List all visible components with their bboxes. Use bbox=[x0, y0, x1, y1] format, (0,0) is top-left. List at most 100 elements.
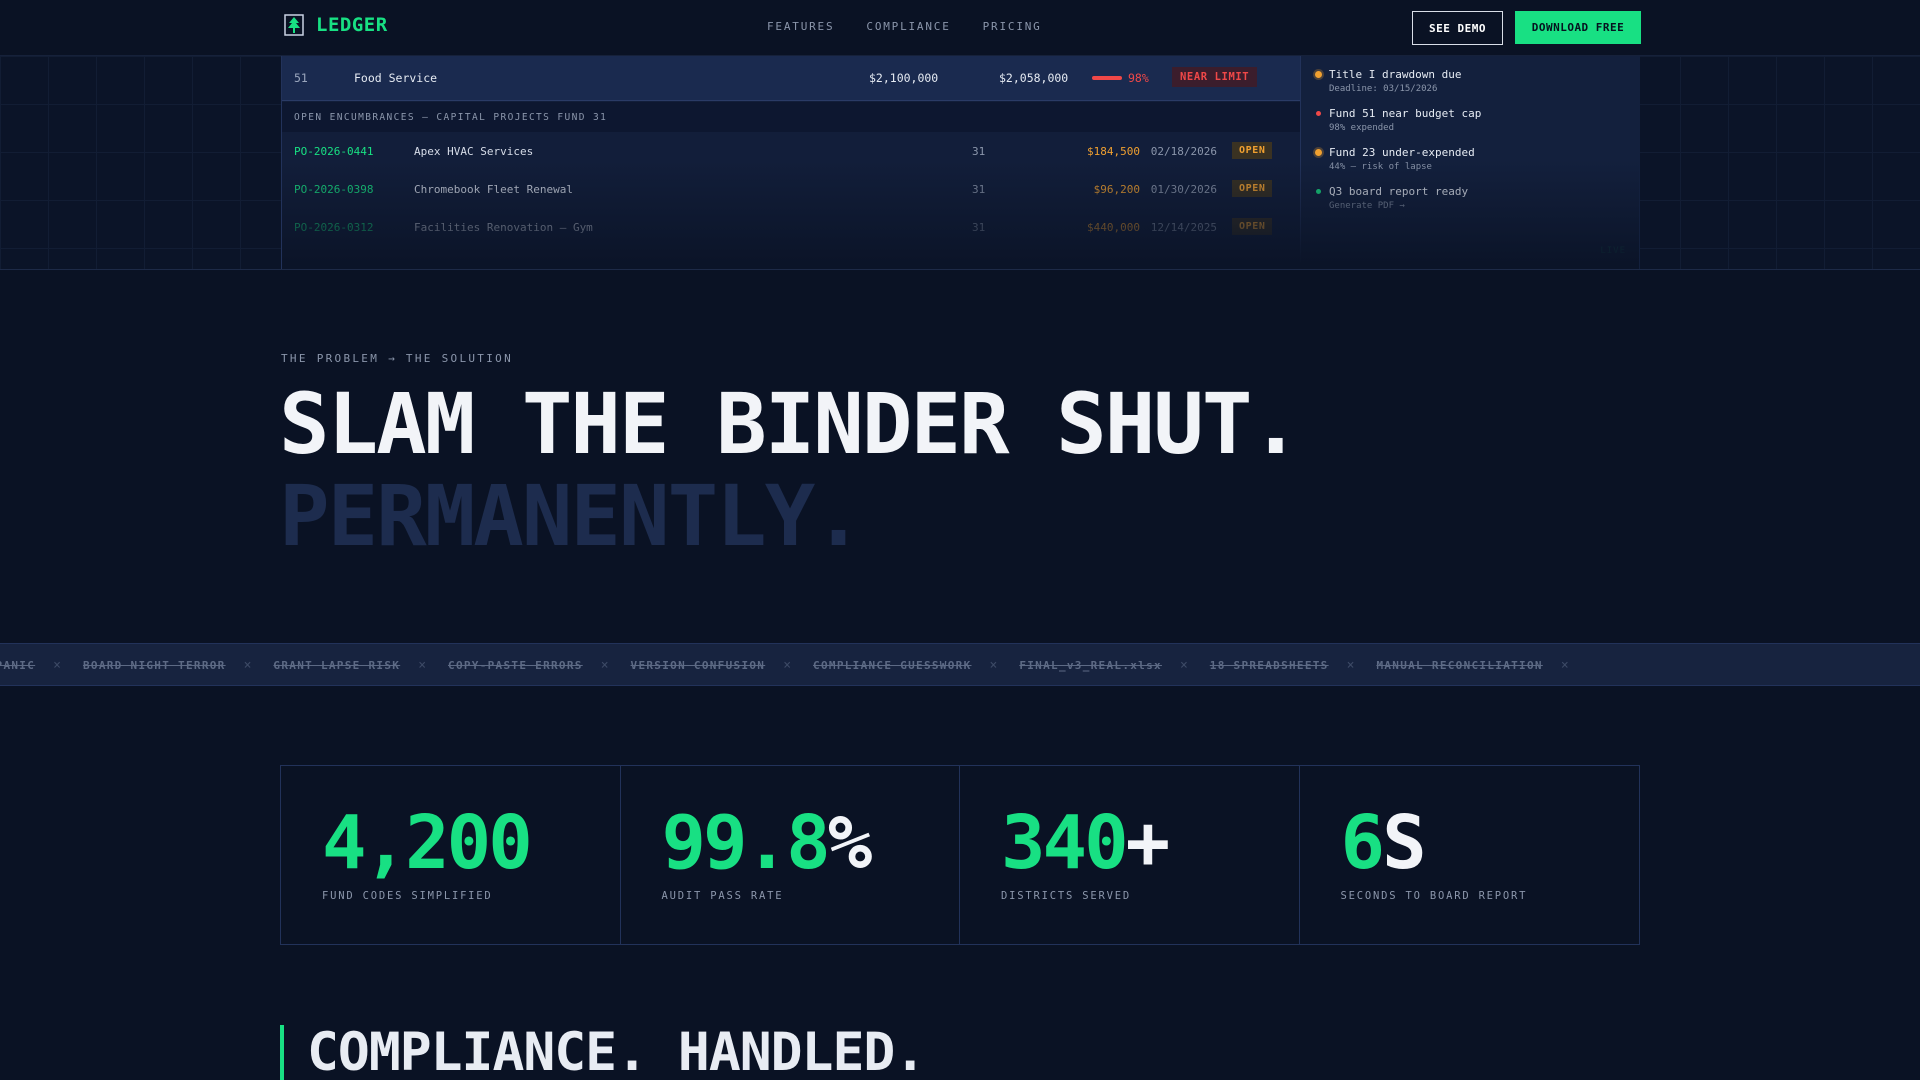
ticker-item: GRANT LAPSE RISK bbox=[273, 659, 401, 672]
close-x-icon: × bbox=[783, 658, 792, 673]
close-x-icon: × bbox=[989, 658, 998, 673]
ticker-item: BOARD NIGHT TERROR bbox=[82, 659, 226, 672]
stat-number: 340+ bbox=[1001, 800, 1171, 886]
close-x-icon: × bbox=[418, 658, 427, 673]
alert-subtitle: Generate PDF → bbox=[1329, 201, 1405, 211]
pain-points-ticker: AUDIT PANIC × BOARD NIGHT TERROR × GRANT LAP… bbox=[0, 643, 1920, 686]
fund-percent: 98% bbox=[1128, 71, 1149, 85]
close-x-icon: × bbox=[1346, 658, 1355, 673]
alert-dot-icon bbox=[1315, 71, 1322, 78]
po-number: PO-2026-0441 bbox=[294, 145, 374, 158]
headline-line-2: PERMANENTLY. bbox=[279, 467, 864, 565]
compliance-accent-bar bbox=[280, 1025, 284, 1080]
po-amount: $184,500 bbox=[1087, 145, 1140, 158]
alert-title: Fund 23 under-expended bbox=[1329, 146, 1475, 159]
fund-spent: $2,058,000 bbox=[999, 71, 1069, 85]
po-date: 12/14/2025 bbox=[1150, 221, 1217, 234]
vendor-name: Apex HVAC Services bbox=[414, 145, 534, 158]
stat-label: DISTRICTS SERVED bbox=[1001, 890, 1131, 902]
open-status-badge: OPEN bbox=[1232, 142, 1273, 159]
encumbrance-row[interactable]: PO-2026-0441 Apex HVAC Services 31 $184,… bbox=[282, 133, 1300, 171]
alert-subtitle: Deadline: 03/15/2026 bbox=[1329, 84, 1438, 94]
see-demo-button[interactable]: SEE DEMO bbox=[1412, 11, 1503, 45]
ticker-item: AUDIT PANIC bbox=[0, 659, 36, 672]
ticker-track: AUDIT PANIC × BOARD NIGHT TERROR × GRANT LAP… bbox=[0, 644, 1591, 685]
fund-number: 31 bbox=[972, 221, 986, 234]
vendor-name: Facilities Renovation — Gym bbox=[414, 221, 593, 234]
logo[interactable]: LEDGER bbox=[284, 14, 388, 36]
po-amount: $440,000 bbox=[1087, 221, 1140, 234]
stat-suffix: S bbox=[1382, 800, 1427, 886]
top-nav: LEDGER FEATURES COMPLIANCE PRICING SEE D… bbox=[0, 0, 1920, 56]
alert-item[interactable]: Title I drawdown due Deadline: 03/15/202… bbox=[1315, 68, 1626, 107]
alerts-panel: Title I drawdown due Deadline: 03/15/202… bbox=[1300, 56, 1640, 269]
po-amount: $96,200 bbox=[1093, 183, 1140, 196]
alert-item[interactable]: Q3 board report ready Generate PDF → bbox=[1315, 185, 1626, 224]
stat-number: 4,200 bbox=[322, 800, 533, 886]
alert-title: Title I drawdown due bbox=[1329, 68, 1462, 81]
ledger-logo-icon bbox=[284, 14, 304, 36]
alert-dot-icon bbox=[1315, 149, 1322, 156]
encumbrance-row[interactable]: PO-2026-0398 Chromebook Fleet Renewal 31… bbox=[282, 171, 1300, 209]
nav-links: FEATURES COMPLIANCE PRICING bbox=[767, 20, 1042, 33]
compliance-heading: COMPLIANCE. HANDLED. bbox=[307, 1022, 926, 1080]
nav-link-features[interactable]: FEATURES bbox=[767, 20, 834, 33]
download-free-button[interactable]: DOWNLOAD FREE bbox=[1515, 11, 1641, 44]
hero-dashboard-preview: 51 Food Service $2,100,000 $2,058,000 98… bbox=[0, 56, 1920, 270]
close-x-icon: × bbox=[243, 658, 252, 673]
ticker-item: COPY-PASTE ERRORS bbox=[448, 659, 583, 672]
alert-dot-icon bbox=[1316, 111, 1321, 116]
close-x-icon: × bbox=[53, 658, 61, 673]
nav-link-pricing[interactable]: PRICING bbox=[983, 20, 1042, 33]
stat-value: 340 bbox=[1001, 800, 1129, 886]
stat-suffix: + bbox=[1125, 800, 1171, 886]
live-indicator: LIVE bbox=[1600, 246, 1626, 256]
alert-subtitle: 44% — risk of lapse bbox=[1329, 162, 1432, 172]
alert-title: Fund 51 near budget cap bbox=[1329, 107, 1482, 120]
alert-subtitle: 98% expended bbox=[1329, 123, 1395, 133]
po-date: 02/18/2026 bbox=[1150, 145, 1217, 158]
stat-label: SECONDS TO BOARD REPORT bbox=[1340, 890, 1528, 902]
fund-budget: $2,100,000 bbox=[869, 71, 939, 85]
section-eyebrow: THE PROBLEM → THE SOLUTION bbox=[281, 352, 513, 365]
po-number: PO-2026-0312 bbox=[294, 221, 374, 234]
dashboard-main-panel: 51 Food Service $2,100,000 $2,058,000 98… bbox=[282, 56, 1300, 269]
close-x-icon: × bbox=[1560, 658, 1569, 673]
encumbrance-row[interactable]: PO-2026-0312 Facilities Renovation — Gym… bbox=[282, 209, 1300, 247]
logo-text: LEDGER bbox=[316, 14, 388, 36]
alert-item[interactable]: Fund 23 under-expended 44% — risk of lap… bbox=[1315, 146, 1626, 185]
fund-name: Food Service bbox=[354, 71, 438, 85]
close-x-icon: × bbox=[600, 658, 609, 673]
fund-row-food-service[interactable]: 51 Food Service $2,100,000 $2,058,000 98… bbox=[282, 56, 1300, 101]
fund-code: 51 bbox=[294, 71, 308, 85]
stats-grid: 4,200 FUND CODES SIMPLIFIED 99.8% AUDIT … bbox=[280, 765, 1640, 945]
encumbrance-header: OPEN ENCUMBRANCES — CAPITAL PROJECTS FUN… bbox=[282, 102, 1300, 132]
stat-number: 6S bbox=[1340, 800, 1427, 886]
po-number: PO-2026-0398 bbox=[294, 183, 374, 196]
nav-link-compliance[interactable]: COMPLIANCE bbox=[866, 20, 950, 33]
vendor-name: Chromebook Fleet Renewal bbox=[414, 183, 573, 196]
stat-number: 99.8% bbox=[662, 800, 873, 886]
stat-suffix: % bbox=[827, 800, 873, 886]
headline-line-1: SLAM THE BINDER SHUT. bbox=[279, 375, 1301, 473]
fund-number: 31 bbox=[972, 183, 986, 196]
close-x-icon: × bbox=[1179, 658, 1188, 673]
open-status-badge: OPEN bbox=[1232, 180, 1273, 197]
stat-card: 4,200 FUND CODES SIMPLIFIED bbox=[281, 766, 621, 944]
open-status-badge: OPEN bbox=[1232, 218, 1273, 235]
ticker-item: COMPLIANCE GUESSWORK bbox=[813, 659, 972, 672]
stat-card: 99.8% AUDIT PASS RATE bbox=[621, 766, 960, 944]
stat-label: AUDIT PASS RATE bbox=[661, 890, 784, 902]
ticker-item: 18 SPREADSHEETS bbox=[1209, 659, 1329, 672]
fund-progress-bar bbox=[1092, 76, 1122, 80]
stat-value: 6 bbox=[1340, 800, 1386, 886]
ticker-item: VERSION CONFUSION bbox=[630, 659, 766, 672]
stat-card: 340+ DISTRICTS SERVED bbox=[960, 766, 1300, 944]
alert-title: Q3 board report ready bbox=[1329, 185, 1469, 198]
stat-card: 6S SECONDS TO BOARD REPORT bbox=[1300, 766, 1640, 944]
dashboard-mock: 51 Food Service $2,100,000 $2,058,000 98… bbox=[281, 56, 1640, 269]
ticker-item: MANUAL RECONCILIATION bbox=[1376, 659, 1543, 672]
fund-number: 31 bbox=[972, 145, 986, 158]
alert-item[interactable]: Fund 51 near budget cap 98% expended bbox=[1315, 107, 1626, 146]
alert-dot-icon bbox=[1316, 189, 1321, 194]
